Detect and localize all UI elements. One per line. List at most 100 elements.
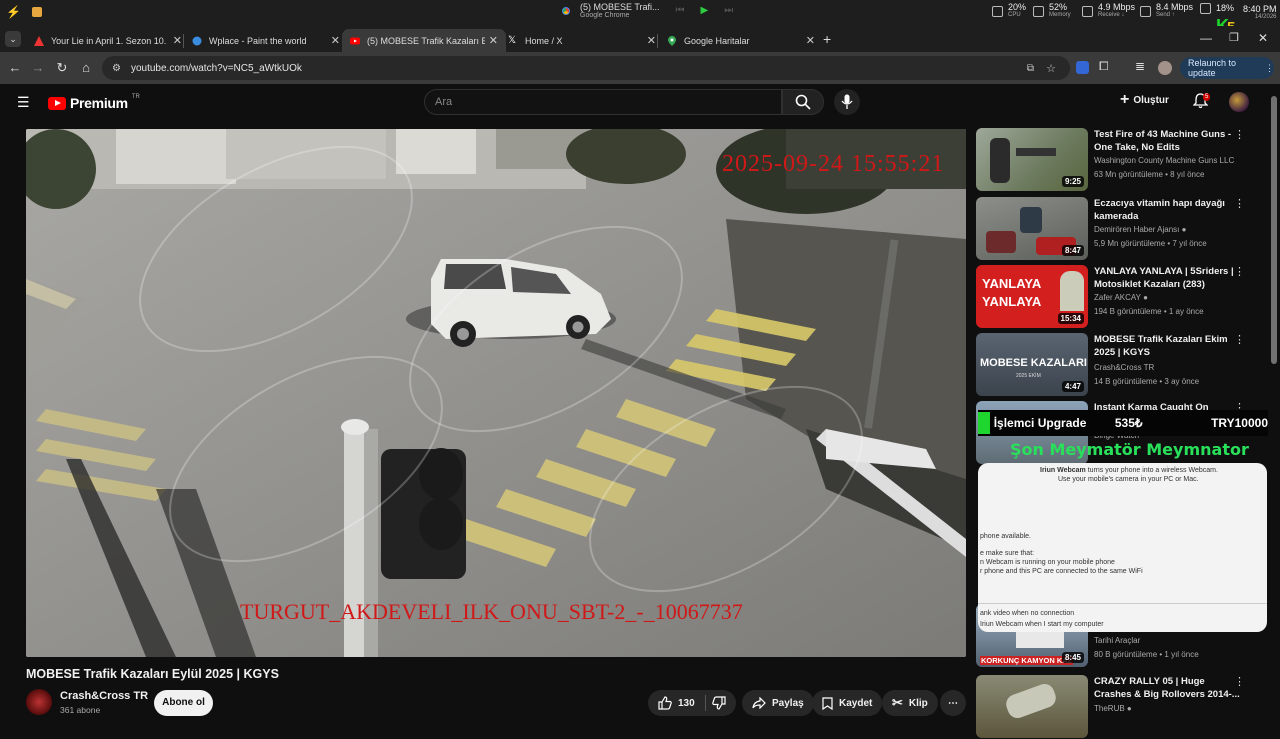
- relaunch-button[interactable]: Relaunch to update ⋮: [1180, 57, 1274, 79]
- puzzle-icon[interactable]: ⧠: [1099, 59, 1109, 74]
- green-marker: [978, 412, 990, 434]
- extension-icon[interactable]: [1076, 61, 1089, 74]
- new-tab-button[interactable]: +: [823, 31, 831, 47]
- video-thumbnail[interactable]: MOBESE KAZALARI 2025 EKİM 4:47: [976, 333, 1088, 396]
- video-thumbnail[interactable]: 8:47: [976, 197, 1088, 260]
- bookmark-star-icon[interactable]: ☆: [1046, 62, 1056, 75]
- maps-icon: [668, 35, 676, 46]
- more-vert-icon[interactable]: ⋮: [1234, 265, 1245, 278]
- clip-label: Klip: [908, 697, 928, 709]
- iriun-line-7[interactable]: ank video when no connection: [980, 610, 1074, 617]
- like-button[interactable]: 130: [658, 696, 695, 710]
- recommendation-item[interactable]: 9:25 Test Fire of 43 Machine Guns - One …: [976, 128, 1266, 192]
- recommendation-channel[interactable]: Tarihi Araçlar: [1094, 636, 1140, 645]
- more-vert-icon[interactable]: ⋮: [1234, 333, 1245, 346]
- voice-search-button[interactable]: [834, 89, 860, 115]
- verified-icon: ●: [1143, 293, 1148, 302]
- clip-button[interactable]: ✂ Klip: [882, 690, 938, 716]
- site-info-icon[interactable]: ⚙: [112, 63, 121, 74]
- globe-icon: [192, 36, 202, 45]
- tab-mobese-youtube[interactable]: (5) MOBESE Trafik Kazaları Eylül ✕: [342, 29, 506, 52]
- close-icon[interactable]: ✕: [173, 34, 182, 47]
- camera-label: TURGUT_AKDEVELI_ILK_ONU_SBT-2_-_10067737: [240, 599, 743, 624]
- thumbs-down-icon[interactable]: [711, 696, 726, 710]
- maximize-button[interactable]: ❐: [1229, 31, 1239, 44]
- tab-google-maps[interactable]: Google Haritalar ✕: [659, 29, 823, 52]
- save-button[interactable]: Kaydet: [812, 690, 883, 716]
- iriun-line-8[interactable]: Iriun Webcam when I start my computer: [980, 621, 1104, 628]
- minimize-button[interactable]: —: [1200, 31, 1212, 45]
- search-button[interactable]: [782, 89, 824, 115]
- profile-avatar-icon[interactable]: [1158, 61, 1172, 75]
- recommendation-channel[interactable]: Demirören Haber Ajansı ●: [1094, 225, 1186, 234]
- reload-icon[interactable]: ↻: [54, 60, 70, 76]
- home-icon[interactable]: ⌂: [78, 60, 94, 75]
- close-icon[interactable]: ✕: [647, 34, 656, 47]
- recommendation-item[interactable]: CRAZY RALLY 05 | Huge Crashes & Big Roll…: [976, 675, 1266, 739]
- recommendation-item[interactable]: MOBESE KAZALARI 2025 EKİM 4:47 MOBESE Tr…: [976, 333, 1266, 397]
- video-player[interactable]: 2025-09-24 15:55:21 TURGUT_AKDEVELI_ILK_…: [26, 129, 966, 657]
- x-icon: 𝕏: [508, 34, 517, 46]
- tab-wplace[interactable]: Wplace - Paint the world ✕: [184, 29, 348, 52]
- recommendation-title[interactable]: Eczacıya vitamin hapı dayağı kamerada: [1094, 197, 1244, 223]
- window-close-button[interactable]: ✕: [1258, 31, 1268, 45]
- clock[interactable]: 8:40 PM 14/2026: [1243, 4, 1277, 20]
- iriun-line-2: Use your mobile's camera in your PC or M…: [1058, 476, 1199, 483]
- recommendation-title[interactable]: YANLAYA YANLAYA | 5Sriders | Motosiklet …: [1094, 265, 1244, 291]
- address-bar[interactable]: ⚙ youtube.com/watch?v=NC5_aWtkUOk ⧉ ☆: [102, 56, 1070, 80]
- hamburger-menu-icon[interactable]: ☰: [17, 94, 30, 111]
- recommendation-channel[interactable]: Zafer AKCAY ●: [1094, 293, 1148, 302]
- relaunch-label: Relaunch to update: [1188, 58, 1237, 78]
- recommendation-channel[interactable]: TheRUB ●: [1094, 704, 1132, 713]
- url-text[interactable]: youtube.com/watch?v=NC5_aWtkUOk: [131, 63, 302, 74]
- video-thumbnail[interactable]: 9:25: [976, 128, 1088, 191]
- app-icon[interactable]: [32, 7, 42, 17]
- close-icon[interactable]: ✕: [489, 34, 498, 47]
- chrome-icon: [560, 4, 572, 17]
- more-vert-icon[interactable]: ⋮: [1234, 128, 1245, 141]
- play-icon[interactable]: ▶: [701, 5, 709, 16]
- recommendation-item[interactable]: 8:47 Eczacıya vitamin hapı dayağı kamera…: [976, 197, 1266, 261]
- brand-text: Premium: [70, 95, 128, 111]
- scrollbar-thumb[interactable]: [1271, 96, 1277, 364]
- video-thumbnail[interactable]: [976, 675, 1088, 738]
- iriun-webcam-window[interactable]: Iriun Webcam turns your phone into a wir…: [978, 463, 1267, 632]
- recommendation-title[interactable]: CRAZY RALLY 05 | Huge Crashes & Big Roll…: [1094, 675, 1244, 701]
- close-icon[interactable]: ✕: [806, 34, 815, 47]
- lightning-icon[interactable]: ⚡: [6, 5, 21, 19]
- cpu-value: 20%: [1008, 2, 1027, 12]
- media-control-icon[interactable]: ≣: [1135, 59, 1145, 73]
- more-vert-icon[interactable]: ⋮: [1234, 675, 1245, 688]
- recommendation-title[interactable]: MOBESE Trafik Kazaları Ekim 2025 | KGYS: [1094, 333, 1244, 359]
- now-playing-app: Google Chrome: [580, 12, 630, 19]
- thumbs-up-icon: [658, 696, 672, 710]
- media-now-playing[interactable]: (5) MOBESE Trafi... Google Chrome ⏮ ▶ ⏭: [560, 2, 733, 19]
- channel-avatar[interactable]: [26, 689, 52, 715]
- tab-list-button[interactable]: ⌄: [5, 31, 21, 47]
- recommendation-item[interactable]: YANLAYA YANLAYA 15:34 YANLAYA YANLAYA | …: [976, 265, 1266, 329]
- tab-your-lie-in-april[interactable]: Your Lie in April 1. Sezon 10. Bö ✕: [26, 29, 190, 52]
- youtube-premium-logo[interactable]: Premium TR: [48, 94, 140, 111]
- install-app-icon[interactable]: ⧉: [1027, 63, 1034, 74]
- cpu-upgrade-price: 535₺: [1114, 416, 1143, 430]
- account-avatar[interactable]: [1229, 92, 1249, 112]
- create-button[interactable]: + Oluştur: [1120, 92, 1169, 108]
- tab-x-home[interactable]: 𝕏 Home / X ✕: [500, 29, 664, 52]
- video-thumbnail[interactable]: YANLAYA YANLAYA 15:34: [976, 265, 1088, 328]
- close-icon[interactable]: ✕: [331, 34, 340, 47]
- recommendation-channel[interactable]: Washington County Machine Guns LLC: [1094, 156, 1234, 165]
- channel-name[interactable]: Crash&Cross TR: [60, 690, 148, 702]
- send-label: Send ↑: [1156, 12, 1175, 18]
- search-icon: [795, 94, 811, 110]
- back-arrow-icon[interactable]: ←: [7, 60, 23, 75]
- next-track-icon[interactable]: ⏭: [724, 5, 733, 16]
- more-vert-icon[interactable]: ⋮: [1234, 197, 1245, 210]
- forward-arrow-icon[interactable]: →: [30, 60, 46, 75]
- recommendation-channel[interactable]: Crash&Cross TR: [1094, 363, 1154, 372]
- search-input[interactable]: Ara: [424, 89, 782, 115]
- share-button[interactable]: Paylaş: [742, 690, 814, 716]
- recommendation-title[interactable]: Test Fire of 43 Machine Guns - One Take,…: [1094, 128, 1244, 154]
- subscribe-button[interactable]: Abone ol: [154, 690, 213, 716]
- previous-track-icon[interactable]: ⏮: [676, 5, 685, 16]
- more-actions-button[interactable]: ⋯: [940, 690, 966, 716]
